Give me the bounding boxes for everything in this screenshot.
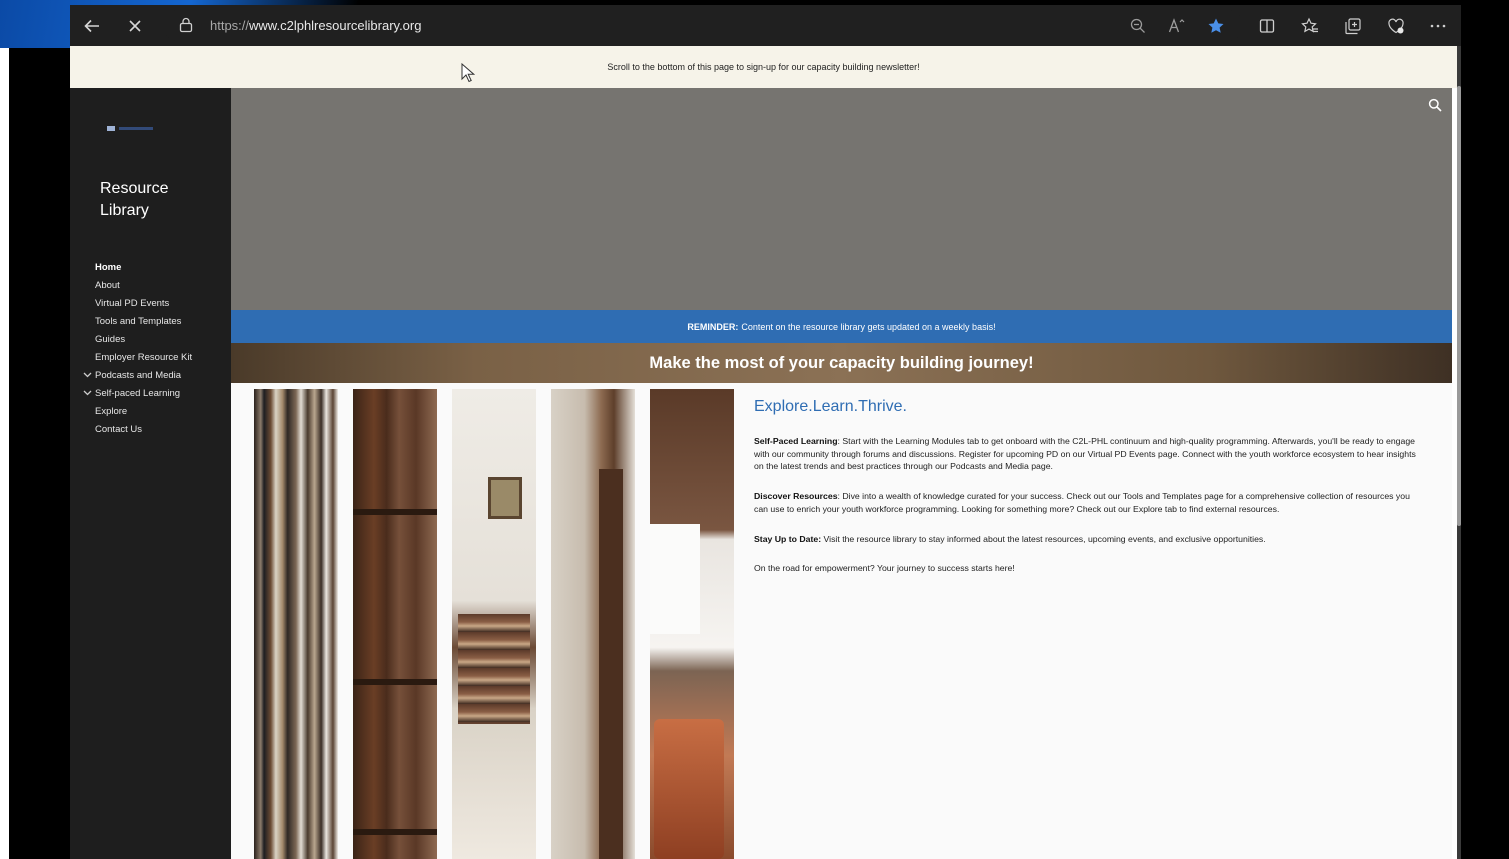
nav-item-guides[interactable]: Guides (82, 331, 192, 349)
browser-essentials-icon[interactable] (1383, 13, 1409, 39)
nav-item-about[interactable]: About (82, 277, 192, 295)
intro-text: Explore.Learn.Thrive. Self-Paced Learnin… (754, 397, 1424, 592)
nav-item-virtual-pd-events[interactable]: Virtual PD Events (82, 295, 192, 313)
tagline: Explore.Learn.Thrive. (754, 398, 907, 415)
address-bar[interactable]: https://www.c2lphlresourcelibrary.org (163, 10, 1243, 41)
library-photo-strip (551, 389, 635, 859)
nav-item-employer-resource-kit[interactable]: Employer Resource Kit (82, 349, 192, 367)
site-logo[interactable] (107, 124, 155, 134)
back-icon[interactable] (79, 13, 105, 39)
nav-item-label: Self-paced Learning (95, 388, 181, 399)
library-photo-strip (353, 389, 437, 859)
library-photo-strip (254, 389, 338, 859)
nav-item-explore[interactable]: Explore (82, 403, 192, 421)
web-page: Scroll to the bottom of this page to sig… (70, 46, 1457, 859)
zoom-out-icon[interactable] (1125, 13, 1151, 39)
section-stay-up-to-date: Stay Up to Date: Visit the resource libr… (754, 533, 1266, 544)
hero-image-area (231, 88, 1452, 310)
collections-icon[interactable] (1340, 13, 1366, 39)
reminder-label: REMINDER: (687, 321, 739, 332)
stop-loading-icon[interactable] (122, 13, 148, 39)
reminder-bar: REMINDER: Content on the resource library… (231, 310, 1452, 343)
read-aloud-icon[interactable] (1164, 13, 1190, 39)
announcement-bar: Scroll to the bottom of this page to sig… (70, 46, 1457, 88)
section-discover-resources: Discover Resources: Dive into a wealth o… (754, 491, 1410, 514)
library-photo-strip (650, 389, 734, 859)
scrollbar-thumb[interactable] (1457, 86, 1461, 526)
nav-item-podcasts-and-media[interactable]: Podcasts and Media (82, 367, 192, 385)
more-options-icon[interactable] (1425, 13, 1451, 39)
chevron-down-icon[interactable] (83, 385, 92, 403)
nav-item-contact-us[interactable]: Contact Us (82, 421, 192, 439)
url-text[interactable]: https://www.c2lphlresourcelibrary.org (210, 18, 421, 33)
nav-item-label: Podcasts and Media (95, 370, 182, 381)
search-icon[interactable] (1428, 98, 1442, 112)
journey-banner: Make the most of your capacity building … (231, 343, 1452, 383)
lock-icon[interactable] (177, 16, 195, 34)
section-self-paced-learning: Self-Paced Learning: Start with the Lear… (754, 436, 1416, 472)
site-nav: Home About Virtual PD Events Tools and T… (82, 259, 192, 439)
chevron-down-icon[interactable] (83, 367, 92, 385)
nav-item-home[interactable]: Home (82, 259, 192, 277)
library-photo-strip (452, 389, 536, 859)
nav-item-tools-and-templates[interactable]: Tools and Templates (82, 313, 192, 331)
desktop-edge (0, 0, 9, 859)
mouse-cursor-icon (461, 63, 475, 83)
page-scrollbar[interactable] (1457, 46, 1461, 859)
main-content: Explore.Learn.Thrive. Self-Paced Learnin… (231, 383, 1452, 859)
browser-toolbar: https://www.c2lphlresourcelibrary.org (70, 5, 1461, 46)
nav-item-self-paced-learning[interactable]: Self-paced Learning (82, 385, 192, 403)
favorite-star-icon[interactable] (1203, 13, 1229, 39)
favorites-icon[interactable] (1297, 13, 1323, 39)
reminder-text: Content on the resource library gets upd… (741, 321, 996, 332)
split-screen-icon[interactable] (1254, 13, 1280, 39)
site-title[interactable]: Resource Library (100, 178, 210, 222)
closing-line: On the road for empowerment? Your journe… (754, 563, 1015, 574)
site-sidebar: Resource Library Home About Virtual PD E… (70, 88, 231, 859)
browser-window: https://www.c2lphlresourcelibrary.org Sc… (70, 5, 1461, 859)
